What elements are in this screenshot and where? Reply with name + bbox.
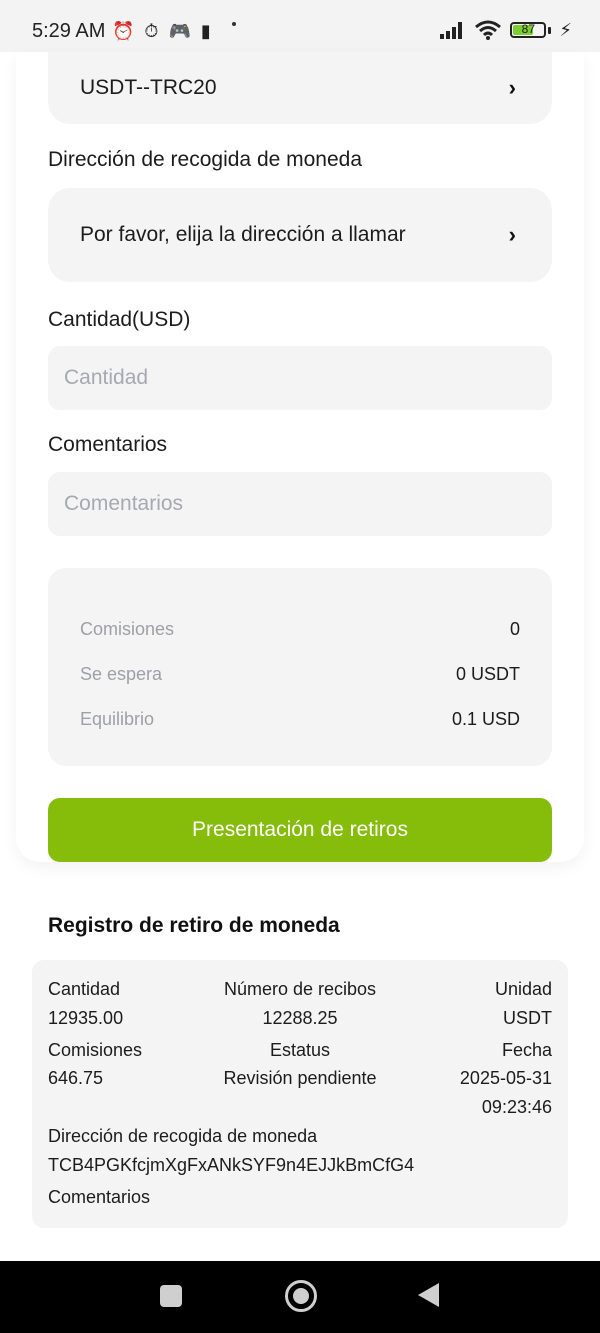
withdrawal-record-card: Cantidad Número de recibos Unidad 12935.… <box>32 960 568 1228</box>
address-title: Dirección de recogida de moneda <box>48 148 363 171</box>
status-value: Revisión pendiente <box>223 1068 377 1088</box>
recents-icon[interactable] <box>160 1285 182 1307</box>
unit-header: Unidad <box>494 979 552 999</box>
alarm-icon: ⏱ <box>144 21 159 41</box>
status-header: Estatus <box>269 1040 331 1060</box>
status-time: 5:29 AM <box>32 20 106 42</box>
chevron-right-icon: › <box>508 75 516 100</box>
address-select-label: Por favor, elija la dirección a llamar <box>80 223 406 246</box>
expected-label: Se espera <box>80 664 163 684</box>
alarm-clock-icon: ⏰ <box>112 21 135 41</box>
battery-icon: 87 <box>510 22 547 38</box>
comments-title: Comentarios <box>48 433 168 456</box>
status-bar: 5:29 AM ⏰ ⏱ 🎮 ▮ 87 ⚡ <box>0 0 600 52</box>
address-value: TCB4PGKfcjmXgFxANkSYF9n4EJJkBmCfG4 <box>48 1155 415 1175</box>
records-title: Registro de retiro de moneda <box>48 914 340 937</box>
signal-icon <box>440 22 463 39</box>
gamepad-icon: 🎮 <box>168 21 191 41</box>
fees-header: Comisiones <box>48 1040 143 1060</box>
charging-icon: ⚡ <box>559 20 572 40</box>
network-select-label: USDT--TRC20 <box>80 76 217 99</box>
comments-header: Comentarios <box>48 1187 151 1207</box>
wifi-icon <box>475 20 502 40</box>
date-value: 2025-05-31 <box>459 1068 552 1088</box>
fees-label: Comisiones <box>80 619 175 639</box>
address-header: Dirección de recogida de moneda <box>48 1126 318 1146</box>
network-select[interactable]: USDT--TRC20 › <box>48 52 552 124</box>
receipts-value: 12288.25 <box>262 1008 338 1028</box>
unit-value: USDT <box>503 1008 552 1028</box>
chevron-right-icon: › <box>508 222 516 247</box>
battery-level: 87 <box>521 22 536 36</box>
submit-withdrawal-button[interactable]: Presentación de retiros <box>48 798 552 862</box>
fees-row: Comisiones 0 <box>80 619 520 640</box>
amount-title: Cantidad(USD) <box>48 308 191 331</box>
amount-field[interactable] <box>48 346 552 410</box>
time-value: 09:23:46 <box>481 1097 552 1117</box>
comments-field[interactable] <box>48 472 552 536</box>
amount-value: 12935.00 <box>48 1008 124 1028</box>
fees-value: 0 <box>509 619 520 639</box>
balance-row: Equilibrio 0.1 USD <box>80 709 520 730</box>
battery-saver-icon: ▮ <box>200 21 211 41</box>
expected-value: 0 USDT <box>455 664 520 684</box>
comments-input[interactable] <box>48 472 552 536</box>
receipts-header: Número de recibos <box>223 979 377 999</box>
date-header: Fecha <box>501 1040 552 1060</box>
address-select[interactable]: Por favor, elija la dirección a llamar › <box>48 188 552 282</box>
fees-value: 646.75 <box>48 1068 104 1088</box>
notification-dot-icon <box>232 22 236 26</box>
amount-header: Cantidad <box>48 979 121 999</box>
balance-value: 0.1 USD <box>451 709 520 729</box>
balance-label: Equilibrio <box>80 709 155 729</box>
amount-input[interactable] <box>48 346 552 410</box>
fee-summary: Comisiones 0 Se espera 0 USDT Equilibrio… <box>48 568 552 766</box>
home-icon[interactable] <box>285 1280 317 1312</box>
expected-row: Se espera 0 USDT <box>80 664 520 685</box>
back-icon[interactable] <box>418 1283 439 1307</box>
